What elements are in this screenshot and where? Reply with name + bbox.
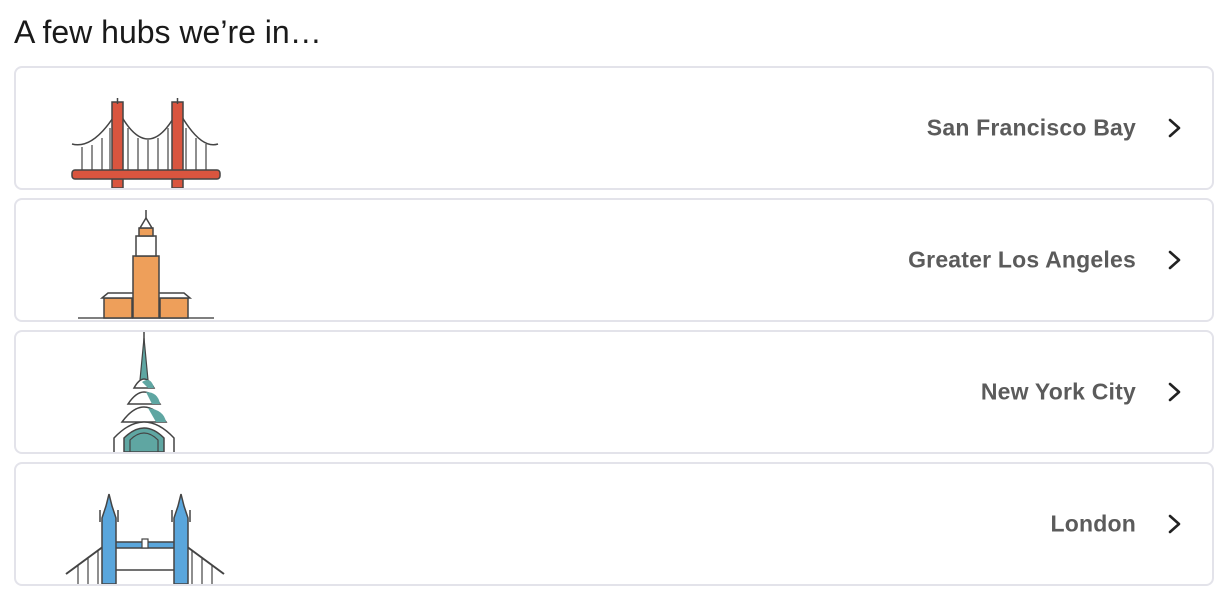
page-heading: A few hubs we’re in… — [14, 14, 322, 50]
hub-list: San Francisco Bay Greater Los Angeles Ne… — [14, 66, 1214, 594]
hub-name: New York City — [980, 378, 1136, 405]
hub-card-new-york[interactable]: New York City — [14, 330, 1214, 454]
hub-name: London — [1050, 510, 1136, 537]
chevron-right-icon — [1168, 514, 1181, 534]
chevron-right-icon — [1168, 118, 1181, 138]
hub-card-london[interactable]: London — [14, 462, 1214, 586]
hub-card-san-francisco[interactable]: San Francisco Bay — [14, 66, 1214, 190]
hub-card-los-angeles[interactable]: Greater Los Angeles — [14, 198, 1214, 322]
chevron-right-icon — [1168, 382, 1181, 402]
tower-bridge-icon — [56, 464, 236, 584]
hub-name: San Francisco Bay — [926, 114, 1136, 141]
hub-name: Greater Los Angeles — [908, 246, 1136, 273]
chevron-right-icon — [1168, 250, 1181, 270]
golden-gate-bridge-icon — [56, 68, 236, 188]
chrysler-building-icon — [56, 332, 236, 452]
city-hall-tower-icon — [56, 200, 236, 320]
